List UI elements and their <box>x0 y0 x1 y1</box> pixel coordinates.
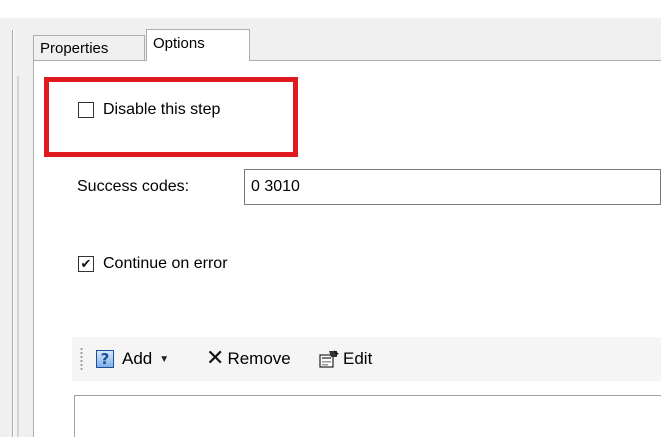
success-codes-label: Success codes: <box>77 178 190 195</box>
window-top-strip <box>0 0 661 18</box>
tab-properties-label: Properties <box>40 40 109 57</box>
list-view[interactable] <box>74 395 661 437</box>
success-codes-input[interactable]: 0 3010 <box>244 169 661 205</box>
edit-properties-icon <box>318 349 340 369</box>
continue-on-error-label[interactable]: Continue on error <box>103 255 228 273</box>
disable-step-checkbox[interactable] <box>78 102 94 118</box>
x-icon: ✕ <box>206 346 225 371</box>
remove-label: Remove <box>227 349 291 368</box>
continue-on-error-checkbox[interactable]: ✔ <box>78 256 94 272</box>
tab-options-label: Options <box>153 35 205 52</box>
tab-options[interactable]: Options <box>146 29 250 61</box>
splitter[interactable] <box>17 76 19 437</box>
edit-label: Edit <box>343 349 373 368</box>
toolbar-grip-icon[interactable] <box>80 347 83 371</box>
add-button[interactable]: ? Add ▼ <box>96 337 169 381</box>
checkmark-icon: ✔ <box>80 256 92 272</box>
edit-button[interactable]: Edit <box>318 337 372 381</box>
remove-button[interactable]: ✕ Remove <box>206 337 291 381</box>
left-pane-border-highlight <box>13 30 14 437</box>
chevron-down-icon[interactable]: ▼ <box>159 354 169 365</box>
disable-step-label[interactable]: Disable this step <box>103 101 220 119</box>
continue-on-error-option[interactable]: ✔ Continue on error <box>78 255 228 273</box>
left-pane <box>0 18 30 437</box>
disable-step-option[interactable]: Disable this step <box>46 100 220 120</box>
help-icon: ? <box>96 350 114 368</box>
tab-properties[interactable]: Properties <box>33 35 145 60</box>
add-label: Add <box>122 349 153 368</box>
actions-toolbar: ? Add ▼ ✕ Remove Edit <box>72 337 661 381</box>
